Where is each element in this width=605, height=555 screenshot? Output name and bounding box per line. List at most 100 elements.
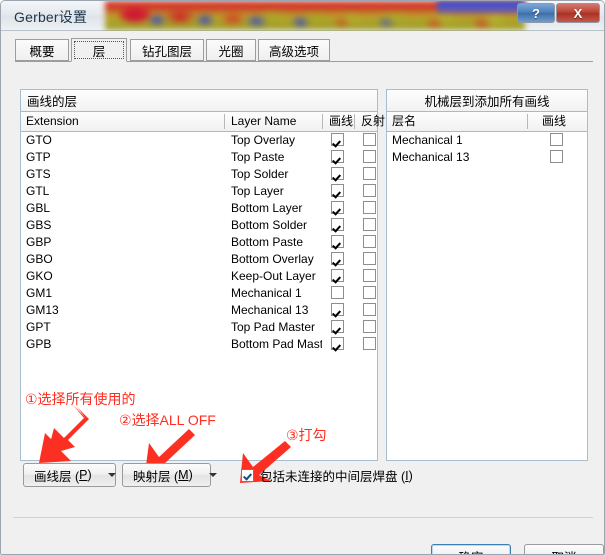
chevron-down-icon[interactable]: [107, 473, 116, 477]
cell-layer-name: Bottom Overlay: [231, 252, 314, 266]
cell-extension: GM13: [26, 303, 59, 317]
cell-extension: GTP: [26, 150, 51, 164]
cell-extension: GBP: [26, 235, 52, 249]
draw-layers-label: 画线层 (: [34, 469, 80, 484]
tab-drill-layers[interactable]: 钻孔图层: [130, 39, 204, 61]
column-extension[interactable]: Extension: [21, 112, 226, 131]
checkbox-mirror[interactable]: [363, 201, 376, 214]
checkbox-plot[interactable]: [331, 150, 344, 163]
checkbox-icon[interactable]: [241, 469, 254, 482]
table-row[interactable]: GM13 Mechanical 13: [21, 302, 377, 319]
column-plot[interactable]: 画线: [324, 112, 355, 131]
cell-layer-name: Mechanical 1: [231, 286, 302, 300]
checkbox-plot[interactable]: [550, 133, 563, 146]
cell-extension: GTO: [26, 133, 52, 147]
cell-layer-name: Top Pad Master: [231, 320, 316, 334]
checkbox-mirror[interactable]: [363, 320, 376, 333]
checkbox-plot[interactable]: [331, 320, 344, 333]
cell-layer-name: Top Layer: [231, 184, 284, 198]
table-row[interactable]: Mechanical 1: [387, 132, 587, 149]
chevron-down-icon[interactable]: [208, 473, 217, 477]
cell-extension: GPT: [26, 320, 51, 334]
column-mirror[interactable]: 反射: [356, 112, 387, 131]
cell-extension: GM1: [26, 286, 53, 300]
mechanical-layers-grid: Mechanical 1 Mechanical 13: [387, 132, 587, 166]
checkbox-mirror[interactable]: [363, 184, 376, 197]
draw-layers-button[interactable]: 画线层 (P): [23, 463, 116, 487]
cell-extension: GTS: [26, 167, 51, 181]
table-row[interactable]: GM1 Mechanical 1: [21, 285, 377, 302]
checkbox-mirror[interactable]: [363, 337, 376, 350]
checkbox-plot[interactable]: [331, 133, 344, 146]
tab-layers[interactable]: 层: [71, 38, 127, 62]
column-layer-name-right[interactable]: 层名: [387, 112, 527, 131]
checkbox-plot[interactable]: [331, 269, 344, 282]
include-unconnected-pads-checkbox[interactable]: 包括未连接的中间层焊盘 (I): [241, 466, 413, 485]
checkbox-mirror[interactable]: [363, 235, 376, 248]
column-plot-right[interactable]: 画线: [537, 112, 582, 131]
ok-button[interactable]: 确定: [431, 544, 511, 554]
checkbox-mirror[interactable]: [363, 133, 376, 146]
table-row[interactable]: GPB Bottom Pad Maste: [21, 336, 377, 353]
tab-advanced[interactable]: 高级选项: [258, 39, 330, 61]
checkbox-plot[interactable]: [331, 337, 344, 350]
cell-layer-name: Bottom Pad Maste: [231, 337, 322, 351]
tab-apertures[interactable]: 光圈: [206, 39, 256, 61]
mechanical-layers-column-header: 层名 画线: [387, 112, 587, 132]
footer-divider: [13, 517, 593, 518]
table-row[interactable]: Mechanical 13: [387, 149, 587, 166]
tab-overview-label: 概要: [29, 44, 55, 59]
table-row[interactable]: GKO Keep-Out Layer: [21, 268, 377, 285]
cell-layer-name: Mechanical 13: [231, 303, 309, 317]
cell-layer-name: Keep-Out Layer: [231, 269, 316, 283]
gerber-setup-dialog: Gerber设置 ? X 概要 层 钻孔图层 光圈 高级选项 画线的层 Exte…: [0, 0, 605, 555]
title-bar-render-artifact-blue: [437, 1, 525, 15]
cell-extension: GKO: [26, 269, 53, 283]
checkbox-mirror[interactable]: [363, 167, 376, 180]
column-layer-name[interactable]: Layer Name: [226, 112, 323, 131]
checkbox-plot[interactable]: [331, 252, 344, 265]
mechanical-layers-panel: 机械层到添加所有画线 层名 画线 Mechanical 1 Mechanical …: [386, 89, 588, 461]
table-row[interactable]: GPT Top Pad Master: [21, 319, 377, 336]
tab-overview[interactable]: 概要: [15, 39, 69, 61]
tab-drill-layers-label: 钻孔图层: [141, 44, 192, 59]
checkbox-plot[interactable]: [331, 201, 344, 214]
checkbox-mirror[interactable]: [363, 303, 376, 316]
table-row[interactable]: GTO Top Overlay: [21, 132, 377, 149]
title-bar[interactable]: Gerber设置 ? X: [1, 1, 604, 31]
cell-layer-name: Top Overlay: [231, 133, 296, 147]
checkbox-plot[interactable]: [550, 150, 563, 163]
cell-layer-name: Bottom Layer: [231, 201, 303, 215]
table-row[interactable]: GBL Bottom Layer: [21, 200, 377, 217]
checkbox-plot[interactable]: [331, 184, 344, 197]
checkbox-mirror[interactable]: [363, 286, 376, 299]
checkbox-plot[interactable]: [331, 303, 344, 316]
cell-extension: GBO: [26, 252, 53, 266]
checkbox-mirror[interactable]: [363, 269, 376, 282]
table-row[interactable]: GTL Top Layer: [21, 183, 377, 200]
table-row[interactable]: GTP Top Paste: [21, 149, 377, 166]
checkbox-mirror[interactable]: [363, 252, 376, 265]
caption-buttons: ? X: [517, 3, 600, 23]
checkbox-plot[interactable]: [331, 286, 344, 299]
checkbox-plot[interactable]: [331, 235, 344, 248]
checkbox-mirror[interactable]: [363, 218, 376, 231]
cell-extension: GPB: [26, 337, 52, 351]
checkbox-plot[interactable]: [331, 218, 344, 231]
map-layers-label-end: ): [188, 468, 193, 482]
checkbox-plot[interactable]: [331, 167, 344, 180]
cell-extension: GTL: [26, 184, 50, 198]
help-icon[interactable]: ?: [517, 3, 555, 23]
table-row[interactable]: GBO Bottom Overlay: [21, 251, 377, 268]
draw-layers-label-end: ): [87, 468, 92, 482]
table-row[interactable]: GBS Bottom Solder: [21, 217, 377, 234]
cell-extension: GBS: [26, 218, 52, 232]
table-row[interactable]: GTS Top Solder: [21, 166, 377, 183]
draw-layers-mnemonic: P: [79, 468, 88, 482]
map-layers-button[interactable]: 映射层 (M): [122, 463, 217, 487]
close-icon[interactable]: X: [556, 3, 600, 23]
checkbox-mirror[interactable]: [363, 150, 376, 163]
cancel-button[interactable]: 取消: [524, 544, 604, 554]
cell-layer-name: Top Paste: [231, 150, 285, 164]
table-row[interactable]: GBP Bottom Paste: [21, 234, 377, 251]
